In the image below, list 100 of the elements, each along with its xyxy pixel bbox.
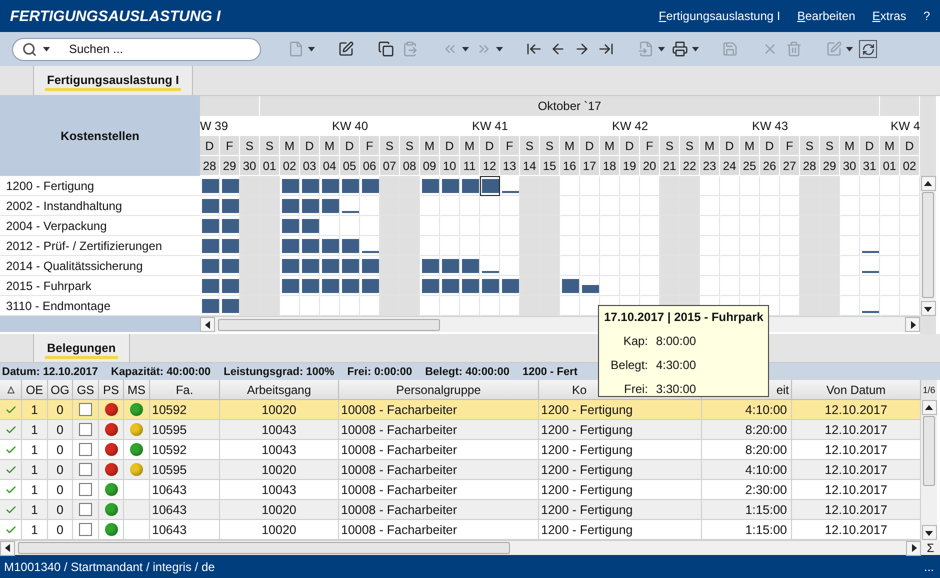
- date-header: 20: [640, 156, 660, 176]
- date-header: 23: [700, 156, 720, 176]
- summary-text: Datum: 12.10.2017: [2, 366, 98, 378]
- table-cell: 10643: [152, 482, 187, 496]
- date-header: 02: [900, 156, 920, 176]
- week-header: KW 40: [330, 118, 369, 135]
- month-header: Oktober `17: [260, 96, 880, 116]
- table-cell: 12.10.2017: [824, 522, 888, 536]
- table-cell: 8:20:00: [745, 422, 787, 436]
- weekday-header: D: [720, 136, 740, 156]
- date-header: 07: [380, 156, 400, 176]
- tooltip-value: 8:00:00: [656, 334, 696, 348]
- table-cell: 10008 - Facharbeiter: [341, 462, 458, 476]
- weekday-header: S: [540, 136, 560, 156]
- table-cell: 0: [56, 502, 64, 516]
- summary-text: Frei: 0:00:00: [347, 366, 412, 378]
- weekday-header: S: [240, 136, 260, 156]
- date-header: 05: [340, 156, 360, 176]
- tooltip-title: 17.10.2017 | 2015 - Fuhrpark: [604, 310, 763, 324]
- weekday-header: D: [300, 136, 320, 156]
- date-header: 21: [660, 156, 680, 176]
- date-header: 08: [400, 156, 420, 176]
- column-header: Kostenstellen: [0, 96, 200, 176]
- table-cell: 10008 - Facharbeiter: [341, 522, 458, 536]
- page-indicator: 1/6: [921, 380, 937, 400]
- date-header: 01: [880, 156, 900, 176]
- weekday-header: M: [600, 136, 620, 156]
- weekday-header: F: [220, 136, 240, 156]
- date-header: 31: [860, 156, 880, 176]
- table-cell: 4:10:00: [745, 462, 787, 476]
- table-cell: 10643: [152, 502, 187, 516]
- weekday-header: M: [840, 136, 860, 156]
- table-cell: 1: [31, 402, 38, 416]
- weekday-header: M: [280, 136, 300, 156]
- date-header: 16: [560, 156, 580, 176]
- date-header: 30: [840, 156, 860, 176]
- summary-text: Kapazität: 40:00:00: [111, 366, 211, 378]
- table-cell: 10043: [262, 482, 296, 496]
- weekday-header: M: [420, 136, 440, 156]
- table-cell: 10043: [262, 422, 296, 436]
- table-cell: 1: [31, 502, 38, 516]
- table-cell: 1: [31, 482, 38, 496]
- table-cell: 10043: [262, 442, 296, 456]
- table-cell: 10643: [152, 522, 187, 536]
- tooltip-label: Belegt:: [610, 358, 648, 372]
- date-header: 28: [200, 156, 220, 176]
- table-cell: 10592: [152, 402, 187, 416]
- table-cell: 0: [56, 522, 64, 536]
- weekday-header: M: [320, 136, 340, 156]
- table-cell: 8:20:00: [745, 442, 787, 456]
- week-header: KW 4: [890, 118, 920, 135]
- weekday-header: D: [480, 136, 500, 156]
- date-header: 24: [720, 156, 740, 176]
- tooltip-value: 4:30:00: [656, 358, 696, 372]
- table-cell: 2:30:00: [745, 482, 787, 496]
- weekday-header: M: [560, 136, 580, 156]
- weekday-header: F: [500, 136, 520, 156]
- table-cell: 1200 - Fertigung: [541, 522, 633, 536]
- table-cell: 10008 - Facharbeiter: [341, 422, 458, 436]
- table-cell: 12.10.2017: [824, 402, 888, 416]
- table-cell: 12.10.2017: [824, 422, 888, 436]
- date-header: 14: [520, 156, 540, 176]
- weekday-header: S: [400, 136, 420, 156]
- weekday-header: S: [820, 136, 840, 156]
- table-cell: 1200 - Fertigung: [541, 502, 633, 516]
- weekday-header: D: [440, 136, 460, 156]
- weekday-header: S: [660, 136, 680, 156]
- weekday-header: D: [900, 136, 920, 156]
- date-header: 17: [580, 156, 600, 176]
- weekday-header: S: [680, 136, 700, 156]
- table-cell: 10008 - Facharbeiter: [341, 502, 458, 516]
- table-cell: 0: [56, 482, 64, 496]
- table-cell: 0: [56, 422, 64, 436]
- date-header: 22: [680, 156, 700, 176]
- weekday-header: M: [740, 136, 760, 156]
- table-cell: 1200 - Fertigung: [541, 462, 633, 476]
- table-cell: 0: [56, 462, 64, 476]
- date-header: 18: [600, 156, 620, 176]
- table-cell: 10592: [152, 442, 187, 456]
- week-header: KW 42: [610, 118, 649, 135]
- table-cell: 1: [31, 522, 38, 536]
- weekday-header: M: [700, 136, 720, 156]
- weekday-header: M: [460, 136, 480, 156]
- date-header: 28: [800, 156, 820, 176]
- weekday-header: F: [640, 136, 660, 156]
- weekday-header: F: [780, 136, 800, 156]
- table-cell: 1: [31, 462, 38, 476]
- week-header: KW 43: [750, 118, 789, 135]
- weekday-header: D: [580, 136, 600, 156]
- table-cell: 1200 - Fertigung: [541, 442, 633, 456]
- weekday-header: S: [520, 136, 540, 156]
- weekday-header: S: [380, 136, 400, 156]
- table-cell: 0: [56, 442, 64, 456]
- date-header: 25: [740, 156, 760, 176]
- table-cell: 4:10:00: [745, 402, 787, 416]
- date-header: 02: [280, 156, 300, 176]
- table-cell: 10008 - Facharbeiter: [341, 402, 458, 416]
- summary-text: 1200 - Fert: [522, 366, 578, 378]
- date-header: 09: [420, 156, 440, 176]
- table-cell: 10020: [262, 502, 296, 516]
